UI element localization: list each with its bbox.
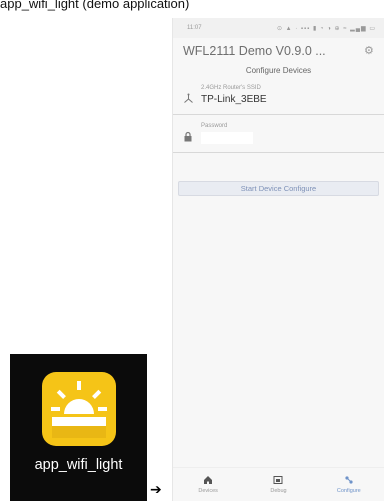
app-bar: WFL2111 Demo V0.9.0 ... ⚙ bbox=[173, 38, 384, 64]
configure-icon bbox=[344, 475, 354, 486]
nav-label-debug: Debug bbox=[270, 488, 287, 494]
nav-item-debug[interactable]: Debug bbox=[243, 468, 313, 501]
page-title: Configure Devices bbox=[245, 66, 312, 75]
status-icons: ⊙ ▲ · ▪▪▪ ▮ ◔ ◑ ⊕ ≈ ▂▄▆ ▭ bbox=[276, 25, 376, 32]
ssid-value[interactable]: TP-Link_3EBE bbox=[201, 94, 376, 105]
status-time: 11:07 bbox=[187, 25, 202, 31]
app-icon-label: app_wifi_light bbox=[34, 457, 123, 473]
start-device-configure-button[interactable]: Start Device Configure bbox=[178, 181, 379, 196]
password-input[interactable] bbox=[201, 132, 253, 144]
sun-lamp-icon[interactable] bbox=[42, 372, 116, 446]
ssid-field[interactable]: 2.4GHz Router's SSID TP-Link_3EBE bbox=[173, 81, 384, 115]
home-icon bbox=[203, 475, 213, 486]
wifi-router-icon bbox=[182, 93, 194, 105]
nav-label-devices: Devices bbox=[198, 488, 218, 494]
password-field[interactable]: Password bbox=[173, 119, 384, 153]
launcher-tile: app_wifi_light bbox=[10, 354, 147, 501]
nav-item-devices[interactable]: Devices bbox=[173, 468, 243, 501]
document-caption: app_wifi_light (demo application) bbox=[0, 0, 190, 11]
lock-icon bbox=[182, 131, 194, 143]
nav-label-configure: Configure bbox=[336, 488, 361, 494]
gear-icon[interactable]: ⚙ bbox=[364, 45, 376, 57]
right-arrow-icon: ➔ bbox=[150, 481, 162, 497]
password-label: Password bbox=[201, 123, 228, 129]
nav-item-configure[interactable]: Configure bbox=[314, 468, 384, 501]
debug-icon bbox=[273, 475, 283, 486]
phone-screen: 11:07 ⊙ ▲ · ▪▪▪ ▮ ◔ ◑ ⊕ ≈ ▂▄▆ ▭ WFL2111 … bbox=[172, 18, 384, 501]
status-bar: 11:07 ⊙ ▲ · ▪▪▪ ▮ ◔ ◑ ⊕ ≈ ▂▄▆ ▭ bbox=[173, 18, 384, 38]
app-title: WFL2111 Demo V0.9.0 ... bbox=[183, 44, 326, 58]
bottom-navigation: Devices Debug Configure bbox=[173, 467, 384, 501]
ssid-label: 2.4GHz Router's SSID bbox=[201, 85, 261, 91]
